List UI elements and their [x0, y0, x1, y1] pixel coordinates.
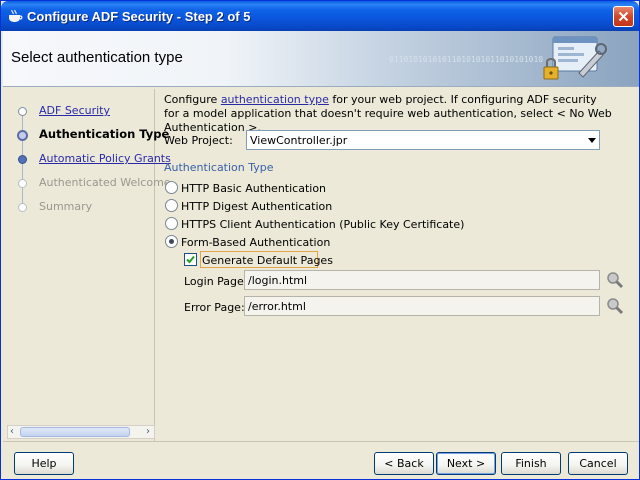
search-icon[interactable]: [606, 297, 624, 315]
next-button[interactable]: Next >: [436, 452, 496, 475]
search-icon[interactable]: [606, 271, 624, 289]
finish-button[interactable]: Finish: [501, 452, 561, 475]
radio-https-client[interactable]: [165, 217, 178, 230]
authentication-type-help-link[interactable]: authentication type: [221, 93, 329, 106]
nav-horizontal-scrollbar[interactable]: ‹ ›: [7, 425, 155, 439]
wizard-window: Configure ADF Security - Step 2 of 5 Sel…: [0, 0, 640, 480]
generate-default-pages-checkbox[interactable]: [184, 253, 197, 266]
authentication-type-heading: Authentication Type: [164, 161, 274, 174]
security-settings-icon: [543, 36, 607, 80]
wizard-steps-nav: ADF Security Authentication Type Automat…: [3, 89, 171, 441]
intro-text: Configure authentication type for your w…: [164, 93, 614, 135]
radio-http-digest-label[interactable]: HTTP Digest Authentication: [181, 200, 332, 213]
page-title: Select authentication type: [11, 49, 183, 66]
generate-default-pages-label[interactable]: Generate Default Pages: [202, 254, 333, 267]
step-marker-authenticated-welcome: [18, 179, 27, 188]
step-authentication-type: Authentication Type: [39, 127, 170, 141]
web-project-value: ViewController.jpr: [250, 134, 348, 147]
button-bar: Help < Back Next > Finish Cancel: [3, 441, 639, 479]
error-page-field[interactable]: /error.html: [244, 296, 600, 316]
radio-http-digest[interactable]: [165, 199, 178, 212]
cancel-button[interactable]: Cancel: [568, 452, 628, 475]
step-marker-authentication-type: [17, 130, 28, 141]
step-marker-adf-security: [18, 107, 27, 116]
radio-http-basic-label[interactable]: HTTP Basic Authentication: [181, 182, 326, 195]
radio-http-basic[interactable]: [165, 181, 178, 194]
main-content: Configure authentication type for your w…: [157, 89, 639, 441]
intro-prefix: Configure: [164, 93, 221, 106]
step-summary: Summary: [39, 200, 93, 213]
header-banner: Select authentication type 0110101010101…: [3, 31, 639, 87]
close-button[interactable]: [613, 6, 634, 27]
step-authenticated-welcome: Authenticated Welcome: [39, 176, 171, 189]
binary-watermark: 01101010101011010101011010101010: [389, 55, 544, 64]
radio-form-based[interactable]: [165, 235, 178, 248]
radio-form-based-label[interactable]: Form-Based Authentication: [181, 236, 330, 249]
step-automatic-policy-grants[interactable]: Automatic Policy Grants: [39, 152, 171, 165]
login-page-value: /login.html: [248, 274, 308, 287]
title-bar: Configure ADF Security - Step 2 of 5: [1, 1, 639, 31]
window-title: Configure ADF Security - Step 2 of 5: [27, 9, 251, 24]
radio-https-client-label[interactable]: HTTPS Client Authentication (Public Key …: [181, 218, 464, 231]
scroll-right-icon[interactable]: ›: [146, 426, 150, 437]
chevron-down-icon[interactable]: [588, 138, 596, 143]
close-icon: [618, 11, 629, 22]
scrollbar-thumb[interactable]: [20, 427, 130, 437]
coffee-cup-icon: [9, 9, 23, 22]
step-marker-summary: [18, 203, 27, 212]
checkmark-icon: [186, 255, 195, 264]
back-button[interactable]: < Back: [374, 452, 434, 475]
web-project-select[interactable]: ViewController.jpr: [246, 130, 600, 150]
help-button[interactable]: Help: [14, 452, 74, 475]
login-page-label: Login Page:: [184, 275, 248, 288]
login-page-field[interactable]: /login.html: [244, 270, 600, 290]
web-project-label: Web Project:: [164, 134, 233, 147]
step-adf-security[interactable]: ADF Security: [39, 104, 110, 117]
step-marker-automatic-policy-grants: [18, 155, 27, 164]
error-page-label: Error Page:: [184, 301, 245, 314]
scroll-left-icon[interactable]: ‹: [10, 426, 14, 437]
error-page-value: /error.html: [248, 300, 306, 313]
